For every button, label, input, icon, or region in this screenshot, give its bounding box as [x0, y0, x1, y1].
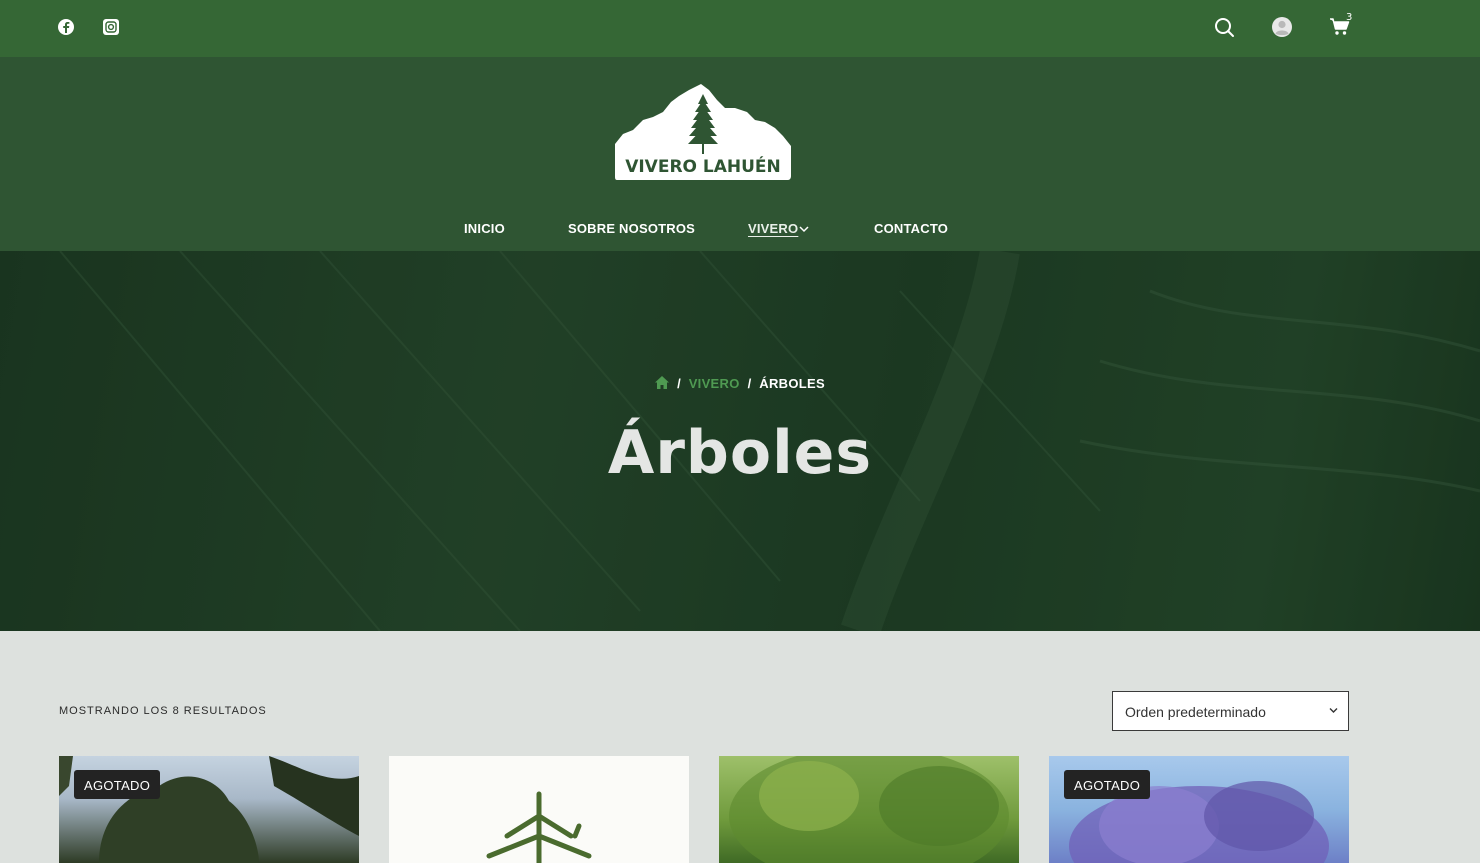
nav-vivero[interactable]: VIVERO [748, 221, 798, 236]
chevron-down-icon [1329, 708, 1338, 713]
instagram-icon[interactable] [102, 18, 120, 36]
chevron-down-icon[interactable] [799, 225, 809, 233]
search-icon[interactable] [1213, 16, 1235, 38]
product-card[interactable]: AGOTADO [1049, 756, 1349, 863]
logo-text: VIVERO LAHUÉN [625, 155, 781, 177]
nav-inicio[interactable]: INICIO [464, 221, 505, 236]
home-icon[interactable] [655, 376, 670, 389]
top-bar [0, 0, 1480, 57]
sort-select[interactable]: Orden predeterminado [1112, 691, 1349, 731]
nav-sobre-nosotros[interactable]: SOBRE NOSOTROS [568, 221, 695, 236]
product-card[interactable]: AGOTADO [59, 756, 359, 863]
product-image [486, 791, 592, 863]
site-logo[interactable]: VIVERO LAHUÉN [613, 82, 794, 182]
breadcrumb-current: ÁRBOLES [759, 376, 825, 391]
product-card[interactable] [719, 756, 1019, 863]
product-image [729, 756, 1009, 863]
results-count: MOSTRANDO LOS 8 RESULTADOS [59, 705, 267, 717]
sort-select-value: Orden predeterminado [1125, 704, 1266, 720]
facebook-icon[interactable] [57, 18, 75, 36]
sold-out-badge: AGOTADO [1064, 770, 1151, 799]
user-icon[interactable] [1271, 16, 1293, 38]
sold-out-badge: AGOTADO [74, 770, 161, 799]
page-title: Árboles [607, 418, 873, 488]
breadcrumb-separator: / [677, 376, 681, 391]
breadcrumb-separator: / [747, 376, 752, 391]
cart-count-badge: 3 [1346, 12, 1353, 23]
nav-contacto[interactable]: CONTACTO [874, 221, 948, 236]
breadcrumb-vivero-link[interactable]: VIVERO [689, 376, 740, 391]
product-card[interactable] [389, 756, 689, 863]
breadcrumb: / VIVERO / ÁRBOLES [0, 376, 1480, 391]
